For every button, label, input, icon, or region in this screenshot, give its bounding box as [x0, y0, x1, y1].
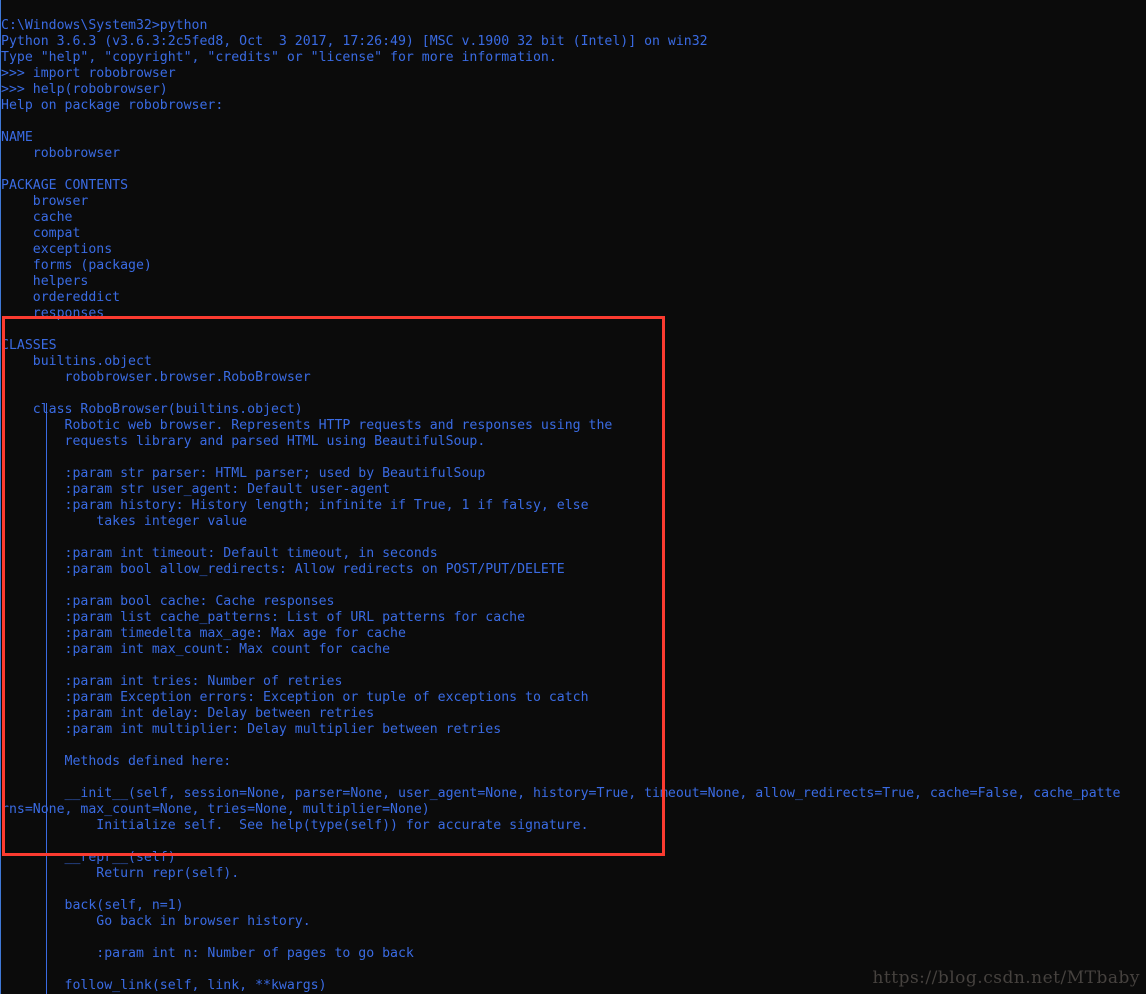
console-output[interactable]: C:\Windows\System32>python Python 3.6.3 … [0, 13, 1146, 994]
csdn-watermark: https://blog.csdn.net/MTbaby [872, 968, 1140, 988]
terminal-window[interactable]: C:\Windows\System32>python Python 3.6.3 … [0, 0, 1146, 994]
indent-guide-line [46, 403, 47, 994]
